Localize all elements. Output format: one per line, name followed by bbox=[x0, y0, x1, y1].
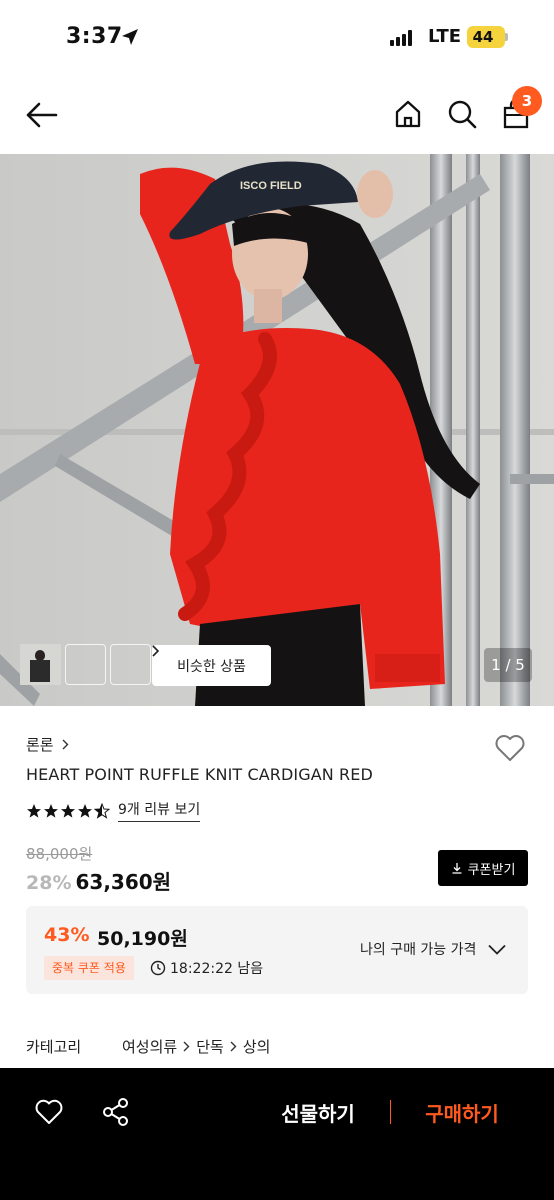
similar-products-button[interactable]: 비슷한 상품 bbox=[152, 645, 271, 686]
image-counter: 1 / 5 bbox=[484, 648, 532, 682]
battery-cap bbox=[505, 33, 508, 41]
product-image[interactable]: ISCO FIELD 비슷한 상품 1 / 5 bbox=[0, 154, 554, 706]
star-rating bbox=[26, 802, 110, 819]
discount-rate: 28% bbox=[26, 872, 72, 894]
coupon-badge: 중복 쿠폰 적용 bbox=[44, 956, 134, 980]
chevron-right-icon bbox=[183, 1041, 190, 1052]
signal-icon bbox=[390, 30, 416, 46]
status-bar: 3:37 LTE 44 bbox=[0, 0, 554, 76]
countdown-timer: 18:22:22 남음 bbox=[150, 958, 263, 978]
chevron-right-icon bbox=[152, 645, 160, 657]
thumbnail-strip bbox=[20, 644, 151, 685]
star-icon bbox=[61, 803, 75, 818]
chevron-down-icon bbox=[488, 944, 507, 955]
download-icon bbox=[452, 863, 462, 874]
battery-icon: 44 bbox=[467, 26, 505, 48]
category-label: 카테고리 bbox=[26, 1038, 82, 1056]
chevron-right-icon bbox=[230, 1041, 237, 1052]
home-icon[interactable] bbox=[392, 98, 424, 130]
category-item[interactable]: 상의 bbox=[243, 1036, 271, 1057]
coupon-download-button[interactable]: 쿠폰받기 bbox=[438, 850, 528, 886]
review-link[interactable]: 9개 리뷰 보기 bbox=[118, 799, 201, 822]
star-icon bbox=[78, 803, 92, 818]
original-price: 88,000원 bbox=[26, 845, 93, 863]
rating-row: 9개 리뷰 보기 bbox=[26, 799, 201, 822]
category-item[interactable]: 단독 bbox=[196, 1036, 224, 1057]
best-price-panel[interactable]: 43% 50,190원 중복 쿠폰 적용 18:22:22 남음 나의 구매 가… bbox=[26, 906, 528, 994]
status-time: 3:37 bbox=[66, 24, 123, 49]
timer-text: 18:22:22 남음 bbox=[170, 961, 264, 977]
my-price-label: 나의 구매 가능 가격 bbox=[360, 942, 477, 958]
battery-level: 44 bbox=[472, 28, 494, 46]
category-item[interactable]: 여성의류 bbox=[122, 1036, 177, 1057]
heart-icon[interactable] bbox=[34, 1098, 64, 1126]
star-icon bbox=[44, 803, 58, 818]
coupon-download-label: 쿠폰받기 bbox=[467, 862, 516, 878]
top-navigation: 3 bbox=[0, 76, 554, 154]
brand-link[interactable]: 론론 bbox=[26, 734, 69, 755]
product-name: HEART POINT RUFFLE KNIT CARDIGAN RED bbox=[26, 765, 373, 784]
category-row: 카테고리 여성의류 단독 상의 bbox=[26, 1036, 270, 1057]
gift-button[interactable]: 선물하기 bbox=[270, 1098, 366, 1127]
category-breadcrumb: 여성의류 단독 상의 bbox=[122, 1036, 270, 1057]
svg-text:ISCO FIELD: ISCO FIELD bbox=[240, 180, 302, 192]
best-discount-rate: 43% bbox=[44, 924, 90, 946]
clock-icon bbox=[150, 960, 166, 976]
network-label: LTE bbox=[428, 26, 462, 47]
product-photo: ISCO FIELD bbox=[0, 154, 554, 706]
price-row: 28% 63,360원 bbox=[26, 866, 171, 895]
bottom-action-bar: 선물하기 구매하기 bbox=[0, 1068, 554, 1200]
half-star-icon bbox=[94, 802, 110, 819]
buy-button[interactable]: 구매하기 bbox=[416, 1098, 508, 1127]
divider bbox=[390, 1100, 391, 1124]
location-arrow-icon bbox=[122, 29, 138, 45]
sale-price: 63,360원 bbox=[75, 870, 172, 894]
wishlist-heart-icon[interactable] bbox=[494, 733, 526, 763]
search-icon[interactable] bbox=[446, 98, 478, 130]
chevron-right-icon bbox=[62, 739, 69, 750]
my-price-toggle[interactable]: 나의 구매 가능 가격 bbox=[360, 939, 507, 959]
back-arrow-icon[interactable] bbox=[24, 100, 58, 130]
similar-products-label: 비슷한 상품 bbox=[177, 658, 246, 675]
share-icon[interactable] bbox=[101, 1097, 131, 1127]
brand-name: 론론 bbox=[26, 736, 54, 754]
thumbnail-3[interactable] bbox=[20, 644, 151, 685]
best-price: 50,190원 bbox=[97, 928, 188, 950]
thumbnail-2[interactable] bbox=[20, 644, 106, 685]
cart-count-badge: 3 bbox=[512, 86, 542, 116]
star-icon bbox=[27, 803, 41, 818]
